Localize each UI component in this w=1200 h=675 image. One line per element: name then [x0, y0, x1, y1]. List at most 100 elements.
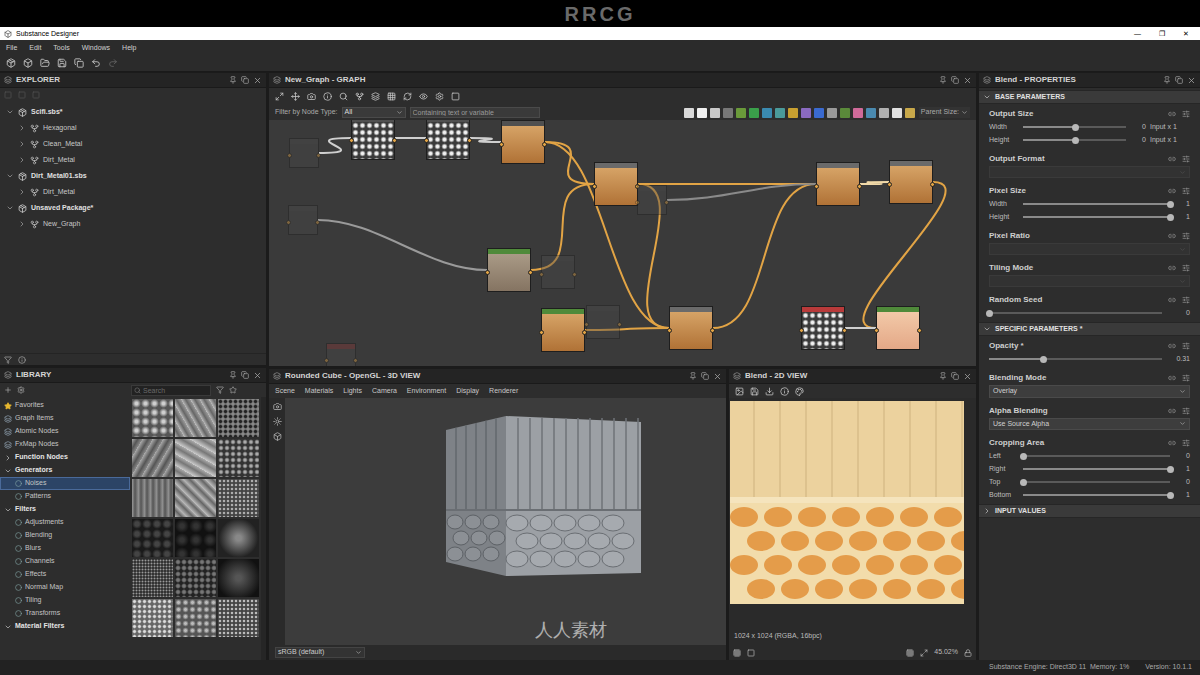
close-icon[interactable] [713, 372, 722, 381]
graph-node[interactable] [487, 248, 531, 292]
view3d-menu-item[interactable]: Renderer [489, 386, 518, 397]
add-icon[interactable] [4, 386, 12, 394]
colorspace-dropdown[interactable]: sRGB (default) [275, 647, 365, 658]
background-icon[interactable] [747, 649, 755, 657]
collapse-icon[interactable] [4, 91, 12, 99]
collapsed-icon[interactable] [18, 188, 26, 196]
node-port[interactable] [799, 328, 804, 333]
slider[interactable] [1023, 491, 1170, 499]
collapsed-icon[interactable] [983, 507, 991, 515]
node-port[interactable] [710, 328, 715, 333]
node-port[interactable] [874, 328, 879, 333]
node-port[interactable] [485, 270, 490, 275]
graph-node[interactable] [288, 205, 318, 235]
graph-node[interactable] [426, 120, 470, 160]
link-icon[interactable] [1168, 155, 1176, 163]
node-port[interactable] [592, 184, 597, 189]
tiling-icon[interactable] [906, 649, 914, 657]
info-icon[interactable] [18, 356, 26, 364]
link-icon[interactable] [1168, 342, 1176, 350]
pin-icon[interactable] [229, 76, 237, 84]
slider[interactable] [1023, 452, 1170, 460]
library-item[interactable]: Graph Items [0, 412, 130, 425]
library-item[interactable]: Adjustments [0, 516, 130, 529]
window-control[interactable]: ❐ [1152, 30, 1172, 37]
graph-edge[interactable] [318, 220, 487, 270]
pin-icon[interactable] [939, 372, 947, 380]
menu-item[interactable]: Windows [82, 44, 110, 51]
node-tool-icon[interactable] [749, 108, 759, 118]
view3d-menu-item[interactable]: Lights [343, 386, 362, 397]
graph-node[interactable] [351, 120, 395, 160]
graph-edge[interactable] [860, 182, 889, 184]
close-icon[interactable] [253, 76, 262, 85]
library-item[interactable]: Generators [0, 464, 130, 477]
dropdown[interactable]: Use Source Alpha [989, 418, 1190, 431]
float-icon[interactable] [1175, 76, 1183, 84]
graph-node[interactable] [669, 306, 713, 350]
menu-item[interactable]: Edit [29, 44, 41, 51]
save-icon[interactable] [57, 58, 67, 68]
viewport-3d[interactable]: 人人素材 [285, 398, 726, 645]
collapsed-icon[interactable] [4, 454, 12, 462]
node-port[interactable] [424, 138, 429, 143]
slider-knob[interactable] [1072, 124, 1079, 131]
slider-value[interactable]: 1 [1174, 199, 1190, 210]
expanded-icon[interactable] [6, 172, 14, 180]
graph-edge[interactable] [470, 138, 501, 142]
node-port[interactable] [316, 153, 321, 158]
node-tool-icon[interactable] [775, 108, 785, 118]
node-tool-icon[interactable] [697, 108, 707, 118]
tree-item[interactable]: Unsaved Package* [0, 200, 266, 216]
slider[interactable] [1023, 213, 1170, 221]
graph-node[interactable] [289, 138, 319, 168]
slider[interactable] [1023, 123, 1126, 131]
link-icon[interactable] [1168, 187, 1176, 195]
library-thumbnail[interactable] [132, 479, 173, 517]
library-item[interactable]: Material Filters [0, 620, 130, 633]
slider-value[interactable]: 0 [1174, 451, 1190, 462]
camera-icon[interactable] [273, 402, 282, 411]
select-icon[interactable] [451, 92, 460, 101]
library-thumbnail[interactable] [218, 439, 259, 477]
save-icon[interactable] [750, 387, 759, 396]
node-tool-icon[interactable] [684, 108, 694, 118]
library-item[interactable]: Transforms [0, 607, 130, 620]
node-port[interactable] [857, 184, 862, 189]
node-port[interactable] [542, 142, 547, 147]
library-item[interactable]: Channels [0, 555, 130, 568]
expanded-icon[interactable] [983, 325, 991, 333]
slider[interactable] [989, 355, 1162, 363]
slider-value[interactable]: 0 [1130, 135, 1146, 146]
graph-node[interactable] [586, 305, 620, 339]
library-item[interactable]: Noises [0, 477, 130, 490]
link-icon[interactable] [1168, 110, 1176, 118]
align-icon[interactable] [355, 92, 364, 101]
function-icon[interactable] [1182, 296, 1190, 304]
float-icon[interactable] [951, 372, 959, 380]
library-thumbnail[interactable] [132, 439, 173, 477]
view3d-menu-item[interactable]: Materials [305, 386, 333, 397]
library-item[interactable]: Normal Map [0, 581, 130, 594]
tree-item[interactable]: New_Graph [0, 216, 266, 232]
redo-icon[interactable] [108, 58, 118, 68]
node-port[interactable] [499, 142, 504, 147]
slider-knob[interactable] [1040, 356, 1047, 363]
grid-icon[interactable] [733, 649, 741, 657]
library-thumbnail[interactable] [132, 399, 173, 437]
node-port[interactable] [315, 220, 320, 225]
node-port[interactable] [814, 184, 819, 189]
link-icon[interactable] [1168, 407, 1176, 415]
slider-value[interactable]: 0 [1166, 308, 1190, 319]
node-port[interactable] [917, 328, 922, 333]
library-thumbnail[interactable] [175, 599, 216, 637]
expanded-icon[interactable] [4, 506, 12, 514]
node-tool-icon[interactable] [710, 108, 720, 118]
light-icon[interactable] [273, 417, 282, 426]
slider-value[interactable]: 1 [1174, 212, 1190, 223]
menu-item[interactable]: Help [122, 44, 136, 51]
pin-icon[interactable] [689, 372, 697, 380]
new-graph-icon[interactable] [23, 58, 33, 68]
pin-icon[interactable] [229, 371, 237, 379]
slider-value[interactable]: 0.31 [1166, 354, 1190, 365]
